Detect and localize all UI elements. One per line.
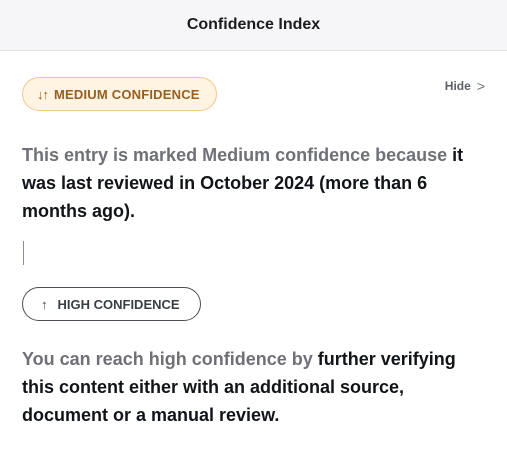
medium-confidence-badge: ↓↑ MEDIUM CONFIDENCE <box>22 77 217 111</box>
sort-arrows-icon: ↓↑ <box>37 86 49 102</box>
arrow-up-icon: ↑ <box>41 296 48 312</box>
high-confidence-badge: ↑ HIGH CONFIDENCE <box>22 287 201 321</box>
high-confidence-explanation: You can reach high confidence by further… <box>22 345 485 429</box>
panel-header: Confidence Index <box>0 0 507 51</box>
medium-explanation-lead: This entry is marked Medium confidence b… <box>22 145 448 165</box>
panel-title: Confidence Index <box>186 16 321 33</box>
high-confidence-label: HIGH CONFIDENCE <box>57 296 180 312</box>
high-explanation-lead: You can reach high confidence by <box>22 349 313 369</box>
text-cursor <box>23 241 24 265</box>
chevron-right-icon: > <box>476 78 485 94</box>
hide-button[interactable]: Hide > <box>445 78 485 94</box>
panel-content: ↓↑ MEDIUM CONFIDENCE Hide > This entry i… <box>0 51 507 429</box>
medium-confidence-label: MEDIUM CONFIDENCE <box>54 86 200 102</box>
hide-label: Hide <box>444 79 471 93</box>
medium-confidence-explanation: This entry is marked Medium confidence b… <box>22 141 485 225</box>
